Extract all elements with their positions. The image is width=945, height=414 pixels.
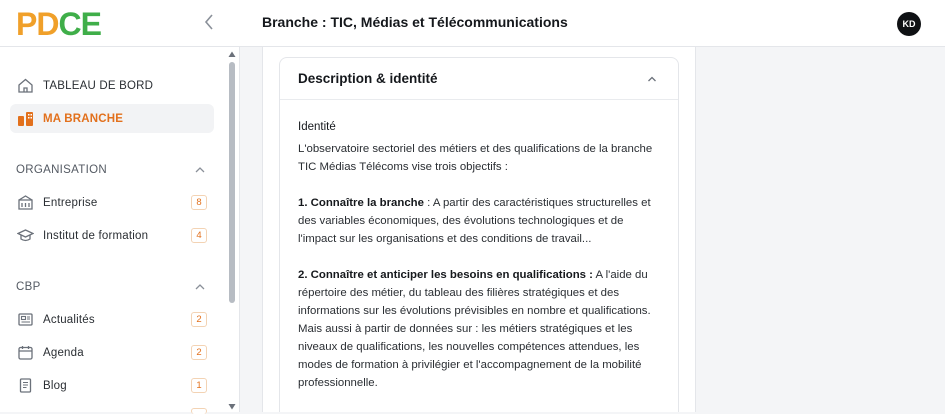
sidebar-item-entreprise[interactable]: Entreprise (10, 188, 214, 217)
count-badge: 8 (191, 195, 207, 210)
count-badge: 2 (191, 312, 207, 327)
chevron-left-icon (204, 14, 213, 30)
sidebar-item-label: TABLEAU DE BORD (43, 79, 154, 92)
sidebar-item-blog[interactable]: Blog (10, 371, 214, 400)
sidebar-item-ma-branche[interactable]: MA BRANCHE (10, 104, 214, 133)
objective-paragraph-1: 1. Connaître la branche : A partir des c… (298, 194, 662, 248)
logo-letter-p: P (16, 6, 37, 42)
branch-icon (18, 112, 33, 126)
card-body: Identité L'observatoire sectoriel des mé… (298, 118, 662, 392)
graduation-cap-icon (17, 229, 34, 242)
building-icon (18, 195, 33, 210)
sidebar-item-label: Blog (43, 379, 67, 392)
logo-letter-e: E (80, 6, 102, 42)
card-title: Description & identité (298, 71, 438, 86)
sidebar-item-tableau-de-bord[interactable]: TABLEAU DE BORD (10, 71, 214, 100)
section-title-cbp: CBP (16, 281, 41, 293)
count-badge: 2 (191, 345, 207, 360)
newspaper-icon (18, 313, 33, 326)
description-card: Description & identité Identité L'observ… (279, 57, 679, 412)
count-badge: 4 (191, 228, 207, 243)
sidebar-item-label: MA BRANCHE (43, 112, 124, 125)
sidebar-item-actualites[interactable]: Actualités (10, 305, 214, 334)
intro-paragraph: L'observatoire sectoriel des métiers et … (298, 143, 653, 173)
calendar-icon (18, 346, 33, 360)
top-bar: P D C E Branche : TIC, Médias et Télécom… (0, 0, 945, 47)
collapse-sidebar-button[interactable] (203, 13, 219, 33)
objective-heading: 1. Connaître la branche (298, 197, 424, 209)
chevron-up-icon[interactable] (194, 164, 206, 176)
card-header[interactable]: Description & identité (280, 58, 678, 100)
section-subtitle: Identité (298, 121, 336, 133)
objective-heading: 2. Connaître et anticiper les besoins en… (298, 269, 593, 281)
chevron-up-icon[interactable] (194, 281, 206, 293)
chevron-up-icon[interactable] (646, 73, 658, 85)
sidebar-item-label: Agenda (43, 346, 84, 359)
objective-paragraph-2: 2. Connaître et anticiper les besoins en… (298, 266, 662, 392)
home-icon (18, 78, 33, 93)
count-badge: 1 (191, 378, 207, 393)
avatar[interactable]: KD (897, 12, 921, 36)
scroll-up-arrow[interactable] (228, 50, 236, 58)
sidebar-item-agenda[interactable]: Agenda (10, 338, 214, 367)
logo-letter-d: D (36, 6, 59, 42)
scroll-down-arrow[interactable] (228, 403, 236, 411)
objective-text: A l'aide du répertoire des métier, du ta… (298, 269, 651, 389)
page-title: Branche : TIC, Médias et Télécommunicati… (262, 14, 568, 30)
logo-letter-c: C (58, 6, 81, 42)
sidebar-item-label: Actualités (43, 313, 95, 326)
sidebar-scrollbar-thumb[interactable] (229, 62, 235, 303)
logo[interactable]: P D C E (16, 6, 102, 42)
section-title-organisation: ORGANISATION (16, 164, 107, 176)
sidebar-item-label: Entreprise (43, 196, 98, 209)
sidebar-item-institut-de-formation[interactable]: Institut de formation (10, 221, 214, 250)
sidebar-item-label: Institut de formation (43, 229, 149, 242)
count-badge (191, 408, 207, 414)
document-icon (19, 378, 32, 393)
